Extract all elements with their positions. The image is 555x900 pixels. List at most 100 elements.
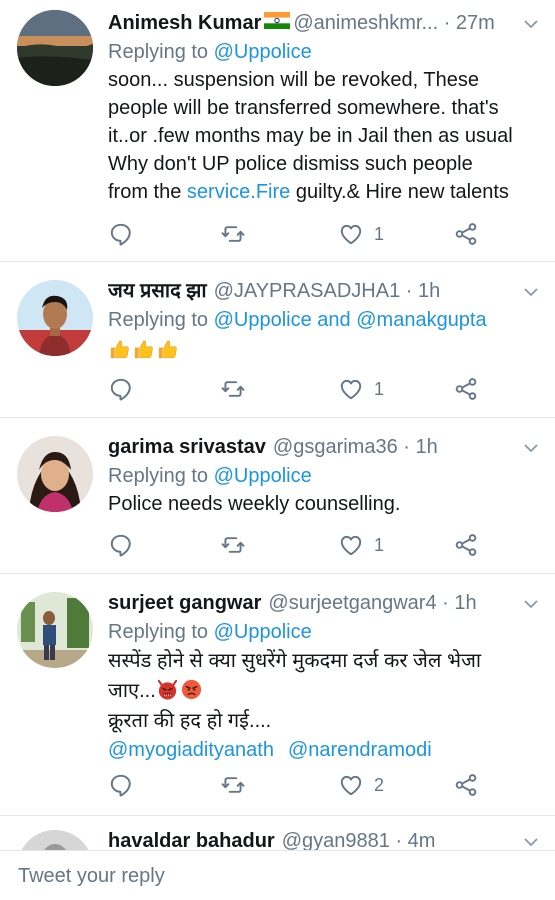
text-segment: guilty.& Hire new talents bbox=[290, 181, 509, 203]
mention-link[interactable]: @narendramodi bbox=[288, 739, 432, 761]
reply-input[interactable] bbox=[18, 861, 538, 891]
thumbs-up-icon bbox=[156, 338, 179, 361]
chevron-down-icon[interactable] bbox=[523, 284, 539, 300]
tweet-actions: 1 bbox=[108, 531, 488, 559]
text-segment: from the bbox=[108, 181, 187, 203]
share-icon bbox=[453, 221, 479, 247]
avatar[interactable] bbox=[17, 436, 93, 512]
mention-link[interactable]: @Uppolice bbox=[214, 465, 312, 487]
replying-to: Replying to @Uppolice bbox=[108, 618, 541, 646]
replying-to-label: Replying to bbox=[108, 465, 214, 487]
share-button[interactable] bbox=[453, 771, 479, 799]
tweet-item[interactable]: जय प्रसाद झा @JAYPRASADJHA1 · 1h Replyin… bbox=[0, 262, 555, 418]
chevron-down-icon[interactable] bbox=[523, 440, 539, 456]
thumbs-up-icon bbox=[108, 338, 131, 361]
inline-link[interactable]: service.Fire bbox=[187, 181, 290, 203]
like-button[interactable]: 1 bbox=[338, 220, 384, 248]
retweet-button[interactable] bbox=[220, 220, 246, 248]
tweet-header: जय प्रसाद झा @JAYPRASADJHA1 · 1h bbox=[108, 276, 515, 306]
handle-and-time[interactable]: @gyan9881 · 4m bbox=[282, 826, 436, 850]
tweet-text-line: क्रूरता की हद हो गई.... bbox=[108, 710, 272, 732]
chevron-down-icon[interactable] bbox=[523, 834, 539, 850]
display-name[interactable]: Animesh Kumar bbox=[108, 8, 261, 38]
heart-icon bbox=[338, 532, 364, 558]
tweet-header: surjeet gangwar @surjeetgangwar4 · 1h bbox=[108, 588, 515, 618]
share-icon bbox=[453, 772, 479, 798]
tweet-text-line: soon... suspension will be revoked, Thes… bbox=[108, 69, 479, 91]
reply-button[interactable] bbox=[108, 771, 134, 799]
tweet-text-line: it..or .few months may be in Jail then a… bbox=[108, 125, 513, 147]
reply-icon bbox=[108, 532, 134, 558]
like-count: 1 bbox=[374, 534, 385, 555]
share-icon bbox=[453, 532, 479, 558]
retweet-icon bbox=[220, 772, 246, 798]
like-count: 1 bbox=[374, 223, 385, 244]
display-name[interactable]: havaldar bahadur bbox=[108, 826, 275, 850]
heart-icon bbox=[338, 772, 364, 798]
retweet-button[interactable] bbox=[220, 531, 246, 559]
mention-link[interactable]: @Uppolice bbox=[214, 621, 312, 643]
tweet-item[interactable]: Animesh Kumar @animeshkmr... · 27m Reply… bbox=[0, 0, 555, 262]
tweet-text-line: Why don't UP police dismiss such people bbox=[108, 153, 473, 175]
tweet-item[interactable]: surjeet gangwar @surjeetgangwar4 · 1h Re… bbox=[0, 574, 555, 816]
angry-face-icon bbox=[180, 678, 203, 701]
reply-icon bbox=[108, 772, 134, 798]
handle-and-time[interactable]: @animeshkmr... · 27m bbox=[293, 8, 494, 38]
replying-to-label: Replying to bbox=[108, 309, 214, 331]
replying-to-label: Replying to bbox=[108, 41, 214, 63]
handle-and-time[interactable]: @surjeetgangwar4 · 1h bbox=[268, 588, 476, 618]
tweet-text-line: जाए... bbox=[108, 676, 541, 706]
tweet-header: havaldar bahadur @gyan9881 · 4m bbox=[108, 826, 515, 850]
reply-button[interactable] bbox=[108, 531, 134, 559]
mention-link[interactable]: @Uppolice and @manakgupta bbox=[214, 309, 487, 331]
tweet-header: Animesh Kumar @animeshkmr... · 27m bbox=[108, 8, 515, 38]
tweet-item[interactable]: garima srivastav @gsgarima36 · 1h Replyi… bbox=[0, 418, 555, 574]
chevron-down-icon[interactable] bbox=[523, 16, 539, 32]
retweet-icon bbox=[220, 532, 246, 558]
like-count: 1 bbox=[374, 378, 385, 399]
angry-devil-icon bbox=[156, 678, 179, 701]
avatar[interactable] bbox=[17, 10, 93, 86]
chevron-down-icon[interactable] bbox=[523, 596, 539, 612]
like-button[interactable]: 1 bbox=[338, 531, 384, 559]
handle-and-time[interactable]: @gsgarima36 · 1h bbox=[273, 432, 438, 462]
tweet-actions: 2 bbox=[108, 771, 488, 799]
heart-icon bbox=[338, 376, 364, 402]
tweet-text-line: people will be transferred somewhere. th… bbox=[108, 97, 499, 119]
share-button[interactable] bbox=[453, 531, 479, 559]
text-segment: जाए... bbox=[108, 680, 156, 702]
replying-to: Replying to @Uppolice and @manakgupta bbox=[108, 306, 541, 334]
reply-button[interactable] bbox=[108, 375, 134, 403]
retweet-button[interactable] bbox=[220, 375, 246, 403]
tweet-header: garima srivastav @gsgarima36 · 1h bbox=[108, 432, 515, 462]
retweet-button[interactable] bbox=[220, 771, 246, 799]
tweet-emoji-line bbox=[108, 334, 541, 365]
avatar[interactable] bbox=[17, 592, 93, 668]
share-button[interactable] bbox=[453, 375, 479, 403]
avatar[interactable] bbox=[17, 280, 93, 356]
heart-icon bbox=[338, 221, 364, 247]
display-name[interactable]: garima srivastav bbox=[108, 432, 266, 462]
india-flag-icon bbox=[264, 8, 291, 29]
tweet-actions: 1 bbox=[108, 220, 488, 248]
mention-link[interactable]: @Uppolice bbox=[214, 41, 312, 63]
like-button[interactable]: 2 bbox=[338, 771, 384, 799]
reply-icon bbox=[108, 376, 134, 402]
display-name[interactable]: जय प्रसाद झा bbox=[108, 276, 207, 306]
handle-and-time[interactable]: @JAYPRASADJHA1 · 1h bbox=[214, 276, 441, 306]
like-count: 2 bbox=[374, 774, 385, 795]
replying-to: Replying to @Uppolice bbox=[108, 38, 541, 66]
reply-composer bbox=[0, 850, 555, 900]
reply-button[interactable] bbox=[108, 220, 134, 248]
tweet-item[interactable]: havaldar bahadur @gyan9881 · 4m bbox=[0, 816, 555, 850]
reply-feed: Animesh Kumar @animeshkmr... · 27m Reply… bbox=[0, 0, 555, 850]
replying-to: Replying to @Uppolice bbox=[108, 462, 541, 490]
display-name[interactable]: surjeet gangwar bbox=[108, 588, 261, 618]
tweet-actions: 1 bbox=[108, 375, 488, 403]
like-button[interactable]: 1 bbox=[338, 375, 384, 403]
mentions-line: @myogiadityanath @narendramodi bbox=[108, 736, 541, 764]
avatar[interactable] bbox=[17, 830, 93, 850]
retweet-icon bbox=[220, 221, 246, 247]
mention-link[interactable]: @myogiadityanath bbox=[108, 739, 274, 761]
share-button[interactable] bbox=[453, 220, 479, 248]
